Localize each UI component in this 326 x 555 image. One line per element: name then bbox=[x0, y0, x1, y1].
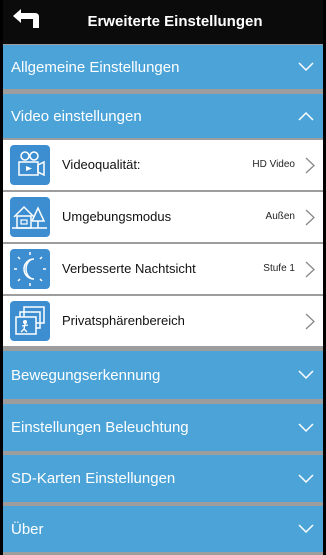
section-ueber[interactable]: Über bbox=[3, 506, 323, 552]
chevron-right-icon bbox=[305, 157, 315, 174]
list-item-verbesserte-nachtsicht[interactable]: Verbesserte Nachtsicht Stufe 1 bbox=[3, 244, 323, 294]
item-label: Umgebungsmodus bbox=[62, 209, 172, 224]
section-label: Allgemeine Einstellungen bbox=[11, 58, 180, 76]
page-title: Erweiterte Einstellungen bbox=[87, 13, 263, 30]
section-label: Bewegungserkennung bbox=[11, 366, 161, 384]
item-label: Privatsphärenbereich bbox=[62, 313, 185, 328]
item-value: Stufe 1 bbox=[263, 263, 295, 274]
list-item-umgebungsmodus[interactable]: Umgebungsmodus Außen bbox=[3, 192, 323, 242]
chevron-right-icon bbox=[305, 261, 315, 278]
moon-sun-icon bbox=[10, 249, 50, 289]
section-einstellungen-beleuchtung[interactable]: Einstellungen Beleuchtung bbox=[3, 404, 323, 451]
chevron-up-icon bbox=[298, 111, 314, 121]
chevron-down-icon bbox=[298, 422, 314, 432]
list-item-videoqualitaet[interactable]: Videoqualität: HD Video bbox=[3, 140, 323, 190]
section-label: Einstellungen Beleuchtung bbox=[11, 419, 189, 436]
section-allgemeine-einstellungen[interactable]: Allgemeine Einstellungen bbox=[3, 45, 323, 89]
section-video-einstellungen[interactable]: Video einstellungen bbox=[3, 94, 323, 138]
chevron-down-icon bbox=[298, 62, 314, 72]
item-value: Außen bbox=[265, 211, 295, 222]
video-camera-icon bbox=[10, 145, 50, 185]
item-label: Videoqualität: bbox=[62, 157, 141, 172]
section-label: Über bbox=[11, 520, 44, 538]
chevron-down-icon bbox=[298, 524, 314, 534]
section-bewegungserkennung[interactable]: Bewegungserkennung bbox=[3, 351, 323, 399]
settings-screen: Erweiterte Einstellungen Allgemeine Eins… bbox=[3, 0, 323, 555]
chevron-down-icon bbox=[298, 370, 314, 380]
chevron-down-icon bbox=[298, 473, 314, 483]
house-tree-icon bbox=[10, 197, 50, 237]
list-item-privatsphaerenbereich[interactable]: Privatsphärenbereich bbox=[3, 296, 323, 346]
item-value: HD Video bbox=[252, 159, 295, 170]
privacy-zone-icon bbox=[10, 301, 50, 341]
section-label: SD-Karten Einstellungen bbox=[11, 470, 176, 487]
section-label: Video einstellungen bbox=[11, 107, 142, 125]
chevron-right-icon bbox=[305, 209, 315, 226]
section-sd-karten-einstellungen[interactable]: SD-Karten Einstellungen bbox=[3, 455, 323, 502]
chevron-right-icon bbox=[305, 313, 315, 330]
item-label: Verbesserte Nachtsicht bbox=[62, 261, 196, 276]
top-bar: Erweiterte Einstellungen bbox=[3, 0, 323, 44]
